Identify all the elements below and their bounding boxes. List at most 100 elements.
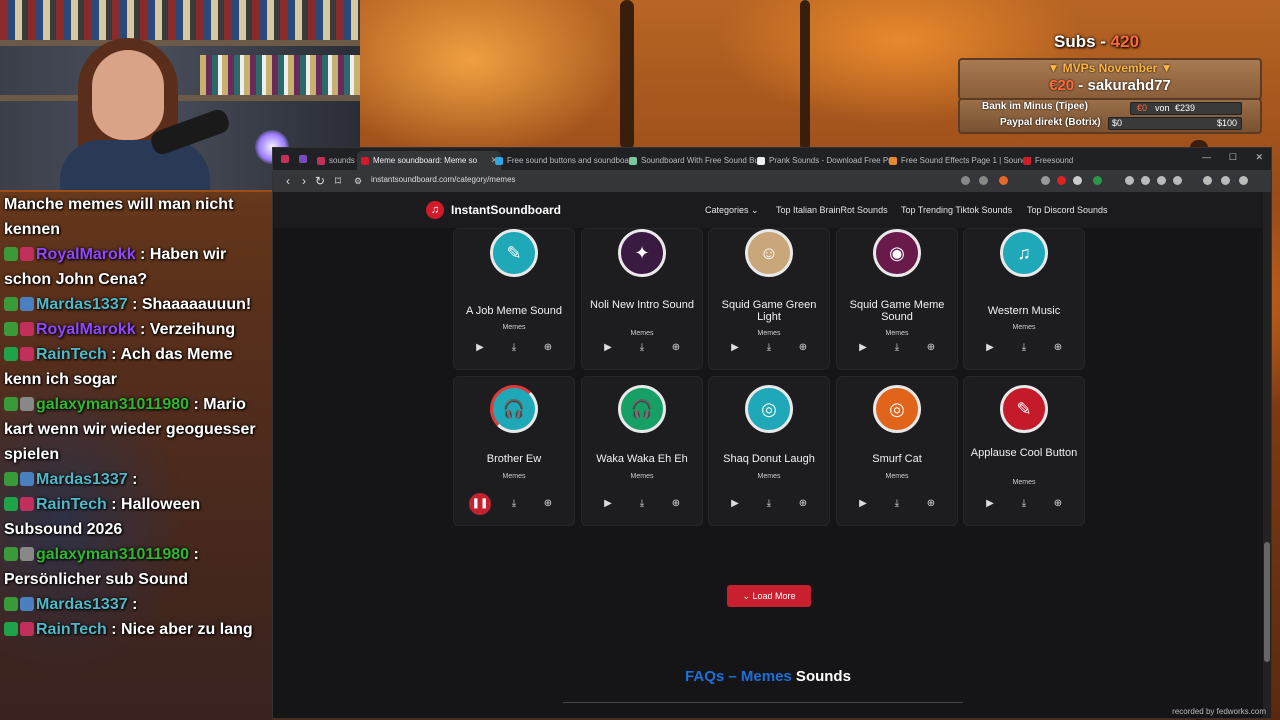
download-icon[interactable]: ⤓	[758, 493, 780, 515]
add-icon[interactable]: ⊕	[1047, 337, 1069, 359]
extension-icon[interactable]	[1173, 176, 1182, 185]
chat-username[interactable]: RainTech	[36, 621, 107, 638]
add-icon[interactable]: ⊕	[920, 493, 942, 515]
url-text[interactable]: instantsoundboard.com/category/memes	[371, 175, 516, 184]
chat-username[interactable]: Mardas1337	[36, 471, 128, 488]
add-icon[interactable]: ⊕	[665, 493, 687, 515]
sound-category[interactable]: Memes	[709, 473, 829, 480]
share-icon[interactable]	[979, 176, 988, 185]
sound-title[interactable]: Squid Game Meme Sound	[841, 299, 953, 323]
add-icon[interactable]: ⊕	[537, 337, 559, 359]
sound-title[interactable]: Noli New Intro Sound	[586, 299, 698, 311]
brave-shield-icon[interactable]	[999, 176, 1008, 185]
translate-icon[interactable]	[961, 176, 970, 185]
download-icon[interactable]: ⤓	[631, 493, 653, 515]
extension-icon[interactable]	[1141, 176, 1150, 185]
extension-icon[interactable]	[1073, 176, 1082, 185]
sound-button[interactable]: 🎧	[618, 385, 666, 433]
sound-button[interactable]: ✎	[1000, 385, 1048, 433]
sound-title[interactable]: Squid Game Green Light	[713, 299, 825, 323]
play-icon[interactable]: ▶	[852, 337, 874, 359]
play-icon[interactable]: ▶	[597, 493, 619, 515]
browser-tab[interactable]: Free sound buttons and soundboard	[491, 151, 635, 170]
sound-category[interactable]: Memes	[454, 324, 574, 331]
chat-username[interactable]: RoyalMarokk	[36, 321, 136, 338]
sound-title[interactable]: Applause Cool Button	[968, 447, 1080, 459]
browser-tab[interactable]: Prank Sounds - Download Free Prank	[753, 151, 893, 170]
play-icon[interactable]: ▶	[979, 337, 1001, 359]
chat-username[interactable]: Mardas1337	[36, 596, 128, 613]
music-logo-icon[interactable]: ♫	[426, 201, 444, 219]
sound-category[interactable]: Memes	[582, 330, 702, 337]
tab-group-icon[interactable]	[299, 155, 307, 163]
tab-group-icon[interactable]	[281, 155, 289, 163]
sound-button[interactable]: ◉	[873, 229, 921, 277]
add-icon[interactable]: ⊕	[792, 337, 814, 359]
chat-username[interactable]: galaxyman31011980	[36, 546, 189, 563]
sound-button[interactable]: ✦	[618, 229, 666, 277]
add-icon[interactable]: ⊕	[537, 493, 559, 515]
sound-title[interactable]: Waka Waka Eh Eh	[586, 453, 698, 465]
sound-category[interactable]: Memes	[709, 330, 829, 337]
sound-title[interactable]: Smurf Cat	[841, 453, 953, 465]
sound-category[interactable]: Memes	[837, 330, 957, 337]
sound-title[interactable]: A Job Meme Sound	[458, 305, 570, 317]
sound-category[interactable]: Memes	[837, 473, 957, 480]
scrollbar[interactable]	[1263, 192, 1271, 718]
site-info-icon[interactable]: ⚙	[351, 174, 365, 188]
add-icon[interactable]: ⊕	[920, 337, 942, 359]
extension-icon[interactable]	[1041, 176, 1050, 185]
chat-username[interactable]: RoyalMarokk	[36, 246, 136, 263]
add-icon[interactable]: ⊕	[665, 337, 687, 359]
sound-button[interactable]: ◎	[745, 385, 793, 433]
back-icon[interactable]: ‹	[281, 174, 295, 188]
minimize-icon[interactable]: —	[1202, 152, 1211, 162]
load-more-button[interactable]: ⌄ Load More	[727, 585, 811, 607]
sound-button[interactable]: ◎	[873, 385, 921, 433]
forward-icon[interactable]: ›	[297, 174, 311, 188]
play-icon[interactable]: ▶	[852, 493, 874, 515]
play-icon[interactable]: ▶	[979, 493, 1001, 515]
chat-username[interactable]: RainTech	[36, 346, 107, 363]
maximize-icon[interactable]: ☐	[1229, 152, 1237, 163]
browser-tab[interactable]: Meme soundboard: Meme so✕	[357, 151, 501, 170]
sound-category[interactable]: Memes	[454, 473, 574, 480]
download-icon[interactable]: ⤓	[758, 337, 780, 359]
play-icon[interactable]: ▶	[469, 337, 491, 359]
extension-icon[interactable]	[1093, 176, 1102, 185]
chat-username[interactable]: RainTech	[36, 496, 107, 513]
sound-title[interactable]: Shaq Donut Laugh	[713, 453, 825, 465]
play-icon[interactable]: ▶	[724, 493, 746, 515]
scroll-thumb[interactable]	[1264, 542, 1270, 662]
download-icon[interactable]: ⤓	[886, 493, 908, 515]
downloads-icon[interactable]	[1203, 176, 1212, 185]
download-icon[interactable]: ⤓	[631, 337, 653, 359]
browser-tab[interactable]: Free Sound Effects Page 1 | SoundBib	[885, 151, 1031, 170]
browser-tab[interactable]: Freesound	[1019, 151, 1085, 170]
close-window-icon[interactable]: ✕	[1255, 152, 1263, 163]
sound-button[interactable]: ♫	[1000, 229, 1048, 277]
add-icon[interactable]: ⊕	[792, 493, 814, 515]
chat-username[interactable]: Mardas1337	[36, 296, 128, 313]
download-icon[interactable]: ⤓	[1013, 493, 1035, 515]
nav-trending-tiktok[interactable]: Top Trending Tiktok Sounds	[901, 205, 1012, 215]
nav-italian-brainrot[interactable]: Top Italian BrainRot Sounds	[776, 205, 888, 215]
sidebar-icon[interactable]	[1221, 176, 1230, 185]
nav-categories[interactable]: Categories ⌄	[705, 205, 759, 216]
nav-discord-sounds[interactable]: Top Discord Sounds	[1027, 205, 1108, 215]
sound-button[interactable]: 🎧	[490, 385, 538, 433]
pause-icon[interactable]: ❚❚	[469, 493, 491, 515]
extension-icon[interactable]	[1057, 176, 1066, 185]
play-icon[interactable]: ▶	[597, 337, 619, 359]
sound-button[interactable]: ✎	[490, 229, 538, 277]
extension-icon[interactable]	[1157, 176, 1166, 185]
chat-username[interactable]: galaxyman31011980	[36, 396, 189, 413]
reload-icon[interactable]: ↻	[313, 174, 327, 188]
sound-category[interactable]: Memes	[964, 479, 1084, 486]
sound-title[interactable]: Western Music	[968, 305, 1080, 317]
sound-button[interactable]: ☺	[745, 229, 793, 277]
download-icon[interactable]: ⤓	[886, 337, 908, 359]
sound-category[interactable]: Memes	[582, 473, 702, 480]
download-icon[interactable]: ⤓	[503, 337, 525, 359]
menu-icon[interactable]	[1239, 176, 1248, 185]
